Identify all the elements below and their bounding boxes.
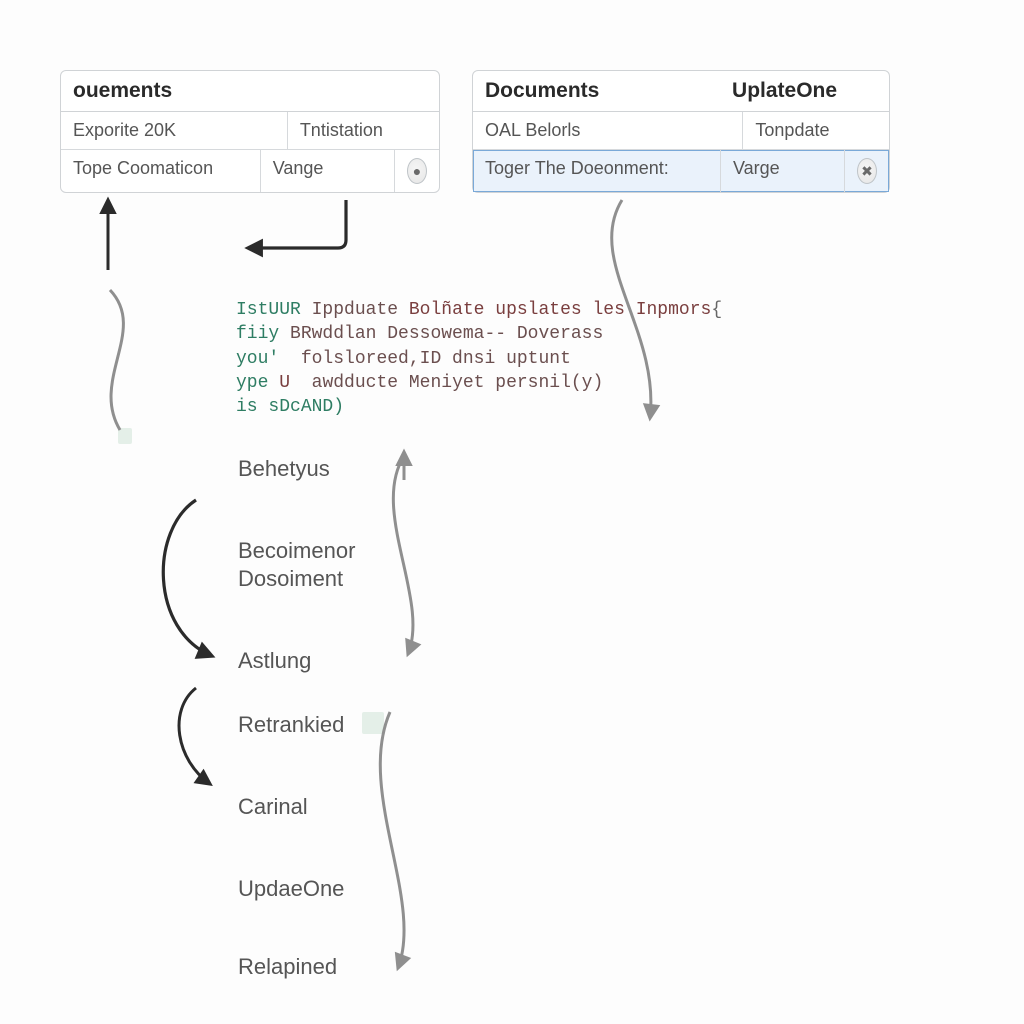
cell: Varge xyxy=(721,150,845,192)
flow-label: Carinal xyxy=(238,794,308,820)
cell: Tonpdate xyxy=(743,112,889,149)
cell: OAL Belorls xyxy=(473,112,743,149)
code-token: ID dnsi uptunt xyxy=(420,349,571,369)
highlight-bar xyxy=(362,712,384,734)
flow-label: Behetyus xyxy=(238,456,330,482)
right-table-header: Documents UplateOne xyxy=(473,71,889,112)
right-title-left: Documents xyxy=(485,79,728,103)
arrow-curve-icon xyxy=(380,712,404,968)
code-token: sDcAND) xyxy=(268,397,344,417)
code-token: BRwddlan Dessowema-- Doverass xyxy=(290,324,603,344)
cell: Toger The Doeonment: xyxy=(473,150,721,192)
cell: Exporite 20K xyxy=(61,112,288,149)
code-token: fiiy xyxy=(236,324,279,344)
left-table-title: ouements xyxy=(61,71,439,112)
cell: Vange xyxy=(261,150,395,192)
table-row[interactable]: Exporite 20K Tntistation xyxy=(61,112,439,150)
cell: Tope Coomaticon xyxy=(61,150,261,192)
arrow-hook-icon xyxy=(248,200,346,248)
arrow-loop-icon xyxy=(163,500,212,656)
flow-label: Becoimenor xyxy=(238,538,355,564)
close-icon: ✖ xyxy=(857,158,877,184)
code-token: IstUUR xyxy=(236,300,301,320)
flow-label: Dosoiment xyxy=(238,566,343,592)
code-token: is xyxy=(236,397,258,417)
code-token: you' xyxy=(236,349,279,369)
code-token: { xyxy=(711,300,722,320)
flow-label: Relapined xyxy=(238,954,337,980)
code-token: ype xyxy=(236,373,268,393)
highlight-bar xyxy=(118,428,132,444)
arrow-curve-icon xyxy=(179,688,210,784)
row-action[interactable]: ● xyxy=(395,150,439,192)
row-action[interactable]: ✖ xyxy=(845,150,889,192)
cell: Tntistation xyxy=(288,112,439,149)
code-token: awdducte Meniyet persnil(y) xyxy=(312,373,604,393)
code-snippet: IstUUR Ippduate Bolñate upslates les Inp… xyxy=(236,298,722,419)
right-title-right: UplateOne xyxy=(728,79,877,103)
code-token: U xyxy=(279,373,290,393)
arrow-curve-icon xyxy=(110,290,123,430)
code-token: Bolñate upslates les Inpmors xyxy=(409,300,711,320)
table-row-selected[interactable]: Toger The Doeonment: Varge ✖ xyxy=(473,150,889,192)
code-token: Ippduate xyxy=(312,300,398,320)
dot-icon: ● xyxy=(407,158,427,184)
flow-label: UpdaeOne xyxy=(238,876,344,902)
arrow-curve-icon xyxy=(393,456,413,654)
table-row[interactable]: OAL Belorls Tonpdate xyxy=(473,112,889,150)
table-row[interactable]: Tope Coomaticon Vange ● xyxy=(61,150,439,192)
left-table: ouements Exporite 20K Tntistation Tope C… xyxy=(60,70,440,193)
right-table: Documents UplateOne OAL Belorls Tonpdate… xyxy=(472,70,890,193)
flow-label: Retrankied xyxy=(238,712,344,738)
flow-label: Astlung xyxy=(238,648,311,674)
code-token: folsloreed, xyxy=(301,349,420,369)
